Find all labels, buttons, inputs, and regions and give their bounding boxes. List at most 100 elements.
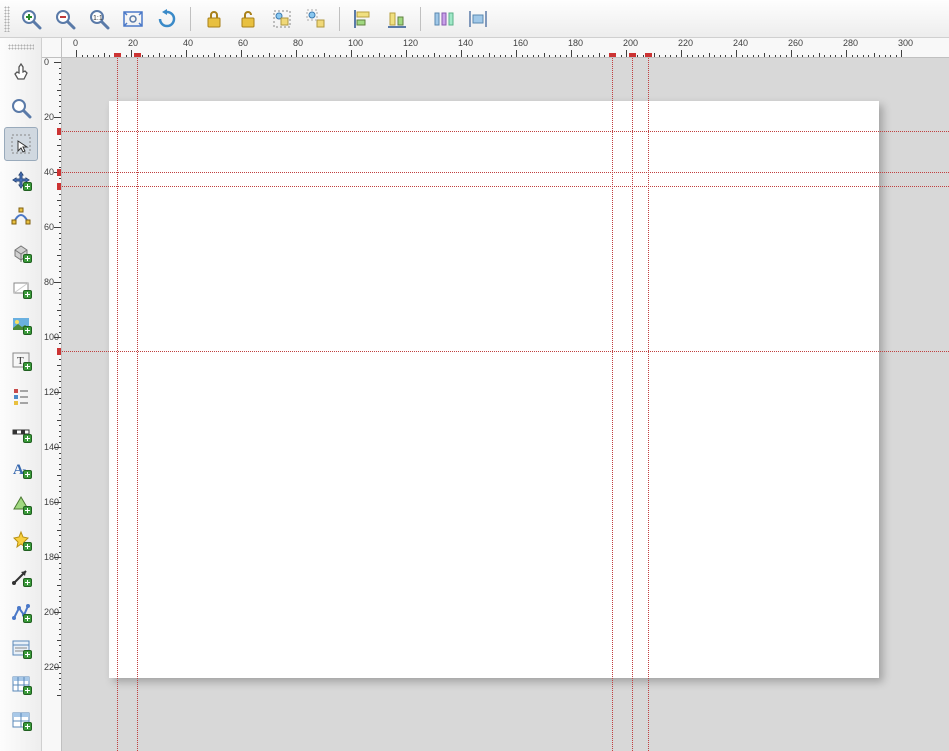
horizontal-ruler[interactable]: 0204060801001201401601802002202402602803… [62,38,949,58]
add-3d-icon [9,240,33,264]
horizontal-guide[interactable] [62,131,949,132]
zoom-actual-button[interactable]: 1:1 [83,3,115,35]
ruler-label: 40 [44,167,54,177]
unlock-button[interactable] [232,3,264,35]
align-bottom-button[interactable] [381,3,413,35]
add-fixed-table-icon [9,708,33,732]
vertical-guide[interactable] [117,58,118,751]
add-text-button[interactable]: T [4,343,38,377]
zoom-fit-button[interactable] [117,3,149,35]
add-arrow-button[interactable] [4,559,38,593]
ruler-label: 220 [678,38,693,48]
add-shape-button[interactable] [4,487,38,521]
ruler-label: 60 [44,222,54,232]
toolbar-grip[interactable] [4,6,10,32]
ungroup-button[interactable] [300,3,332,35]
horizontal-guide[interactable] [62,351,949,352]
plus-badge-icon [23,182,32,191]
plus-badge-icon [23,686,32,695]
add-image-icon [9,312,33,336]
canvas-area[interactable] [62,58,949,751]
unlock-icon [237,8,259,30]
ruler-label: 240 [733,38,748,48]
ruler-label: 0 [73,38,78,48]
select-tool-button[interactable] [4,127,38,161]
plus-badge-icon [23,434,32,443]
ruler-label: 160 [513,38,528,48]
add-legend-icon [9,384,33,408]
add-scalebar-button[interactable] [4,415,38,449]
add-arrow-icon [9,564,33,588]
vertical-ruler[interactable]: 020406080100120140160180200220 [42,58,62,751]
zoom-fit-icon [122,8,144,30]
toolbar-separator [420,7,421,31]
horizontal-guide[interactable] [62,186,949,187]
pan-tool-button[interactable] [4,55,38,89]
toolbar-separator [339,7,340,31]
vertical-guide[interactable] [632,58,633,751]
plus-badge-icon [23,542,32,551]
add-marker-icon [9,528,33,552]
ruler-label: 220 [44,662,59,672]
zoom-out-button[interactable] [49,3,81,35]
lock-icon [203,8,225,30]
zoom-tool-icon [9,96,33,120]
ruler-label: 80 [293,38,303,48]
ruler-label: 60 [238,38,248,48]
add-label-button[interactable]: Aa [4,451,38,485]
horizontal-guide[interactable] [62,172,949,173]
plus-badge-icon [23,290,32,299]
ruler-label: 280 [843,38,858,48]
distribute-v-button[interactable] [462,3,494,35]
add-rectangle-icon [9,276,33,300]
add-table-icon [9,672,33,696]
ruler-label: 100 [44,332,59,342]
vertical-guide[interactable] [612,58,613,751]
add-3d-button[interactable] [4,235,38,269]
distribute-v-icon [467,8,489,30]
toolbar-grip[interactable] [8,44,34,50]
vertical-guide[interactable] [648,58,649,751]
ruler-label: 140 [458,38,473,48]
ruler-label: 20 [128,38,138,48]
ruler-label: 0 [44,58,49,67]
group-button[interactable] [266,3,298,35]
add-legend-button[interactable] [4,379,38,413]
move-content-button[interactable] [4,163,38,197]
add-html-button[interactable] [4,631,38,665]
plus-badge-icon [23,722,32,731]
add-table-button[interactable] [4,667,38,701]
plus-badge-icon [23,470,32,479]
align-left-icon [352,8,374,30]
align-bottom-icon [386,8,408,30]
edit-nodes-button[interactable] [4,199,38,233]
plus-badge-icon [23,362,32,371]
ruler-label: 120 [403,38,418,48]
top-toolbar: 1:1 [0,0,949,38]
ruler-label: 100 [348,38,363,48]
add-nodes-button[interactable] [4,595,38,629]
vertical-guide[interactable] [137,58,138,751]
edit-nodes-icon [9,204,33,228]
refresh-button[interactable] [151,3,183,35]
plus-badge-icon [23,326,32,335]
add-nodes-icon [9,600,33,624]
add-rectangle-button[interactable] [4,271,38,305]
ruler-label: 120 [44,387,59,397]
ruler-label: 20 [44,112,54,122]
add-fixed-table-button[interactable] [4,703,38,737]
page[interactable] [109,101,879,679]
zoom-out-icon [54,8,76,30]
lock-button[interactable] [198,3,230,35]
zoom-tool-button[interactable] [4,91,38,125]
zoom-in-icon [20,8,42,30]
add-image-button[interactable] [4,307,38,341]
ruler-label: 80 [44,277,54,287]
toolbar-separator [190,7,191,31]
ruler-corner[interactable] [42,38,62,58]
zoom-in-button[interactable] [15,3,47,35]
distribute-h-button[interactable] [428,3,460,35]
add-marker-button[interactable] [4,523,38,557]
align-left-button[interactable] [347,3,379,35]
ruler-label: 180 [44,552,59,562]
